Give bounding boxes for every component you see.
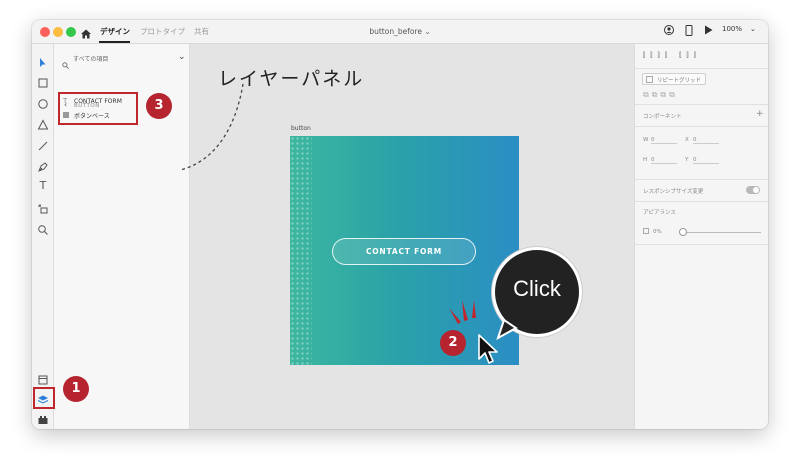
pen-tool-icon[interactable]: [37, 158, 49, 172]
opacity-field[interactable]: 0%: [653, 229, 662, 235]
x-label: X: [685, 137, 689, 143]
search-icon: [62, 54, 69, 73]
align-toolbar: ⫿⫿⫿⫿ ⫿⫿⫿: [643, 51, 701, 59]
divider: [635, 104, 768, 105]
artboard-label[interactable]: button: [291, 125, 311, 132]
repeat-grid-icon: [646, 76, 653, 83]
y-field[interactable]: 0: [693, 157, 719, 164]
height-label: H: [643, 157, 648, 163]
responsive-resize-label: レスポンシブサイズ変更: [643, 189, 704, 195]
contact-form-button[interactable]: CONTACT FORM: [332, 238, 476, 265]
width-field[interactable]: 0: [651, 137, 677, 144]
divider: [635, 68, 768, 69]
play-icon[interactable]: [704, 25, 713, 37]
mobile-preview-icon[interactable]: [685, 25, 693, 38]
chevron-down-icon[interactable]: ⌄: [750, 25, 756, 33]
opacity-slider-handle[interactable]: [679, 228, 687, 236]
opacity-slider-track[interactable]: [681, 232, 761, 233]
document-title[interactable]: button_before ⌄: [32, 27, 768, 36]
boolean-ops-icons[interactable]: ⧉⧉⧉⧉: [643, 90, 678, 100]
tool-bar: T: [32, 44, 54, 429]
zoom-level[interactable]: 100%: [722, 25, 742, 33]
lace-decoration: [290, 136, 312, 365]
repeat-grid-button[interactable]: リピートグリッド: [642, 73, 706, 85]
divider: [635, 244, 768, 245]
y-label: Y: [685, 157, 689, 163]
step-badge-2: 2: [440, 330, 466, 356]
step-badge-3: 3: [146, 93, 172, 119]
callout-tail: [496, 318, 518, 340]
chevron-down-icon[interactable]: ⌄: [178, 52, 186, 62]
plugins-icon[interactable]: [37, 411, 49, 424]
divider: [635, 179, 768, 180]
layer-panel-caption: レイヤーパネル: [218, 68, 365, 90]
step-badge-1: 1: [63, 376, 89, 402]
polygon-tool-icon[interactable]: [37, 116, 49, 130]
artboard-tool-icon[interactable]: [37, 200, 49, 214]
mouse-cursor-icon: [478, 334, 498, 364]
active-tab-indicator: [99, 41, 130, 43]
responsive-resize-toggle[interactable]: [746, 186, 760, 194]
x-field[interactable]: 0: [693, 137, 719, 144]
text-tool-icon[interactable]: T: [37, 179, 49, 192]
repeat-grid-label: リピートグリッド: [657, 78, 702, 84]
title-bar: デザイン プロトタイプ 共有 button_before ⌄ 100% ⌄: [32, 20, 768, 44]
highlight-layers-icon: [33, 387, 55, 409]
ellipse-tool-icon[interactable]: [37, 95, 49, 109]
assets-panel-icon[interactable]: [37, 371, 49, 385]
width-label: W: [643, 137, 649, 143]
dashed-connector: [179, 83, 244, 171]
user-icon[interactable]: [664, 25, 674, 37]
layer-search-input[interactable]: すべての項目: [73, 54, 108, 63]
click-emphasis-marks: [449, 300, 476, 324]
component-label: コンポーネント: [643, 114, 682, 120]
divider: [635, 201, 768, 202]
select-tool-icon[interactable]: [37, 54, 49, 67]
highlight-layer-list: [58, 92, 138, 125]
opacity-icon: [643, 228, 649, 234]
click-label: Click: [513, 276, 561, 301]
properties-panel: ⫿⫿⫿⫿ ⫿⫿⫿ リピートグリッド ⧉⧉⧉⧉ コンポーネント + W 0 X 0…: [634, 44, 768, 429]
height-field[interactable]: 0: [651, 157, 677, 164]
add-component-icon[interactable]: +: [756, 109, 764, 119]
rectangle-tool-icon[interactable]: [37, 74, 49, 88]
divider: [635, 126, 768, 127]
line-tool-icon[interactable]: [37, 137, 49, 151]
zoom-tool-icon[interactable]: [37, 221, 49, 235]
appearance-label: アピアランス: [643, 210, 676, 216]
